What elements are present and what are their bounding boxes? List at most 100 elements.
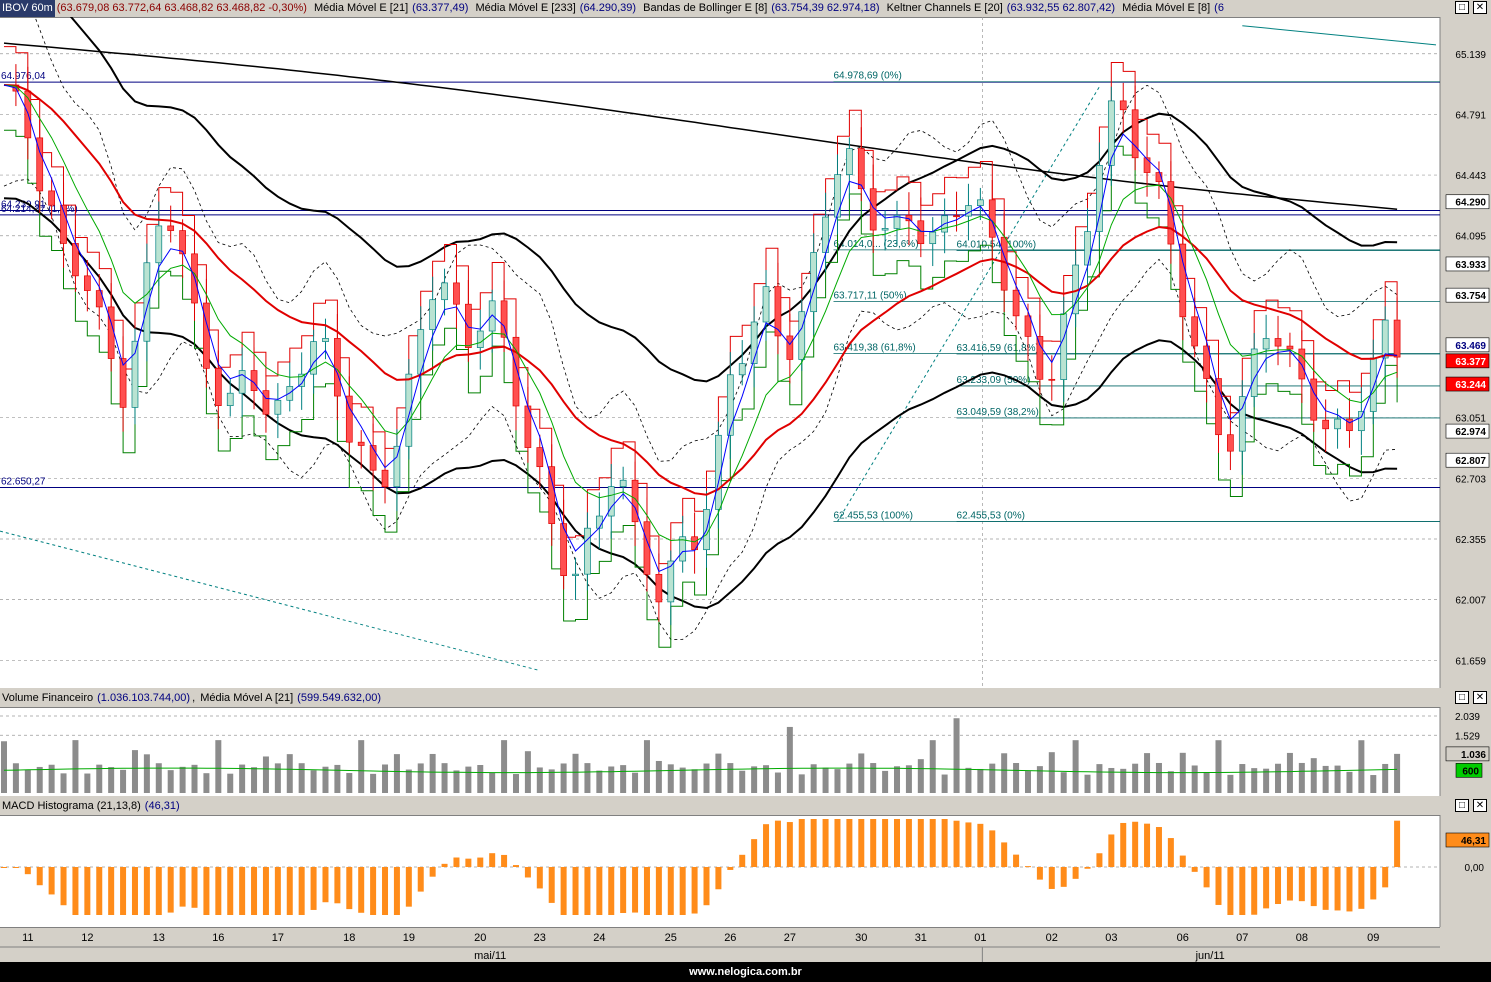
close-icon[interactable]: ✕ bbox=[1473, 1, 1487, 14]
x-day-label: 30 bbox=[855, 932, 867, 944]
volume-y-tick-label: 1.529 bbox=[1455, 731, 1480, 742]
candle-down bbox=[1310, 378, 1318, 421]
x-month-label: mai/11 bbox=[474, 950, 506, 962]
price-badge-label: 63.377 bbox=[1455, 357, 1486, 368]
candle-up bbox=[810, 252, 818, 313]
macd-bar bbox=[846, 819, 853, 867]
candle-down bbox=[179, 230, 186, 255]
macd-bar bbox=[1096, 853, 1103, 867]
macd-bar bbox=[620, 867, 627, 913]
price-y-tick-label: 64.095 bbox=[1455, 232, 1486, 243]
volume-chart[interactable]: 2.039 1.529 1.036 600 bbox=[0, 707, 1491, 796]
candle-down bbox=[83, 275, 91, 291]
price-y-tick-label: 62.355 bbox=[1455, 535, 1486, 546]
candle-up bbox=[441, 282, 448, 301]
candle-down bbox=[1048, 378, 1056, 381]
macd-bar bbox=[870, 819, 877, 867]
macd-bar bbox=[1, 867, 7, 868]
candle-down bbox=[119, 358, 127, 408]
volume-bar bbox=[108, 767, 115, 793]
volume-bar bbox=[1203, 772, 1210, 793]
macd-bar bbox=[346, 867, 353, 910]
macd-bar bbox=[929, 819, 936, 867]
close-icon[interactable]: ✕ bbox=[1473, 691, 1487, 704]
macd-bar bbox=[1382, 867, 1389, 888]
maximize-icon[interactable]: □ bbox=[1455, 1, 1469, 14]
macd-bar bbox=[1358, 867, 1365, 909]
price-y-tick-label: 64.443 bbox=[1455, 171, 1486, 182]
indicator-bollinger-name: Bandas de Bollinger E [8] bbox=[643, 2, 768, 14]
volume-badge-label: 1.036 bbox=[1461, 750, 1486, 761]
bollinger-lower-line bbox=[3, 178, 1398, 640]
macd-bar bbox=[108, 867, 115, 915]
volume-bar bbox=[501, 740, 508, 793]
candle-down bbox=[334, 338, 341, 397]
volume-bar bbox=[1358, 740, 1365, 793]
candle-up bbox=[1250, 348, 1258, 397]
macd-bar bbox=[155, 867, 162, 915]
volume-bar bbox=[72, 740, 79, 793]
candle-up bbox=[322, 338, 329, 342]
price-ohlc: (63.679,08 63.772,64 63.468,82 63.468,82… bbox=[56, 2, 307, 14]
close-icon[interactable]: ✕ bbox=[1473, 799, 1487, 812]
volume-bar bbox=[941, 774, 948, 793]
macd-bar bbox=[393, 867, 400, 915]
macd-bar bbox=[239, 867, 246, 915]
macd-bar bbox=[191, 867, 198, 908]
trendline bbox=[1242, 25, 1437, 46]
macd-bar bbox=[1346, 867, 1353, 912]
indicator-ema233-value: (64.290,39) bbox=[579, 2, 637, 14]
x-day-label: 17 bbox=[272, 932, 284, 944]
price-chart[interactable]: 65.139 64.791 64.443 64.095 63.051 62.703 62.3… bbox=[0, 17, 1491, 688]
volume-bar bbox=[905, 765, 912, 793]
volume-bar bbox=[727, 763, 734, 793]
macd-bar bbox=[96, 867, 103, 915]
x-day-label: 11 bbox=[22, 932, 33, 944]
volume-pane: Volume Financeiro (1.036.103.744,00), Méd… bbox=[0, 690, 1491, 796]
fibonacci-label: 64.014,0... (23,6%) bbox=[833, 239, 918, 250]
macd-bar bbox=[1310, 867, 1317, 907]
macd-bar bbox=[596, 867, 603, 915]
volume-bar bbox=[560, 763, 567, 793]
volume-bar bbox=[12, 763, 19, 793]
macd-bar bbox=[1108, 834, 1115, 867]
indicator-ema21-name: Média Móvel E [21] bbox=[313, 2, 409, 14]
candle-up bbox=[584, 527, 591, 575]
macd-bar bbox=[584, 867, 591, 915]
macd-bar bbox=[1155, 827, 1162, 867]
candle-down bbox=[1131, 109, 1139, 159]
price-pane-header: IBOV 60m (63.679,08 63.772,64 63.468,82 6… bbox=[0, 0, 1491, 18]
stop-line-lower bbox=[4, 129, 1398, 648]
candle-up bbox=[1262, 338, 1270, 350]
macd-chart[interactable]: 0,00 46,31 bbox=[0, 815, 1491, 927]
candle-up bbox=[965, 205, 972, 217]
volume-bar bbox=[1394, 753, 1401, 793]
macd-bar bbox=[501, 854, 508, 867]
macd-bar bbox=[1132, 821, 1139, 867]
volume-bar bbox=[655, 760, 662, 793]
volume-bar bbox=[346, 773, 353, 793]
macd-bar bbox=[453, 857, 460, 867]
macd-bar bbox=[489, 853, 496, 867]
price-badge-label: 62.974 bbox=[1455, 427, 1486, 438]
candle-down bbox=[465, 303, 472, 348]
macd-bar bbox=[120, 867, 127, 915]
volume-bar bbox=[1382, 763, 1389, 793]
macd-bar bbox=[536, 867, 543, 889]
macd-bar bbox=[858, 819, 865, 867]
volume-bar bbox=[1084, 774, 1091, 793]
footer-url[interactable]: www.nelogica.com.br bbox=[0, 962, 1491, 982]
maximize-icon[interactable]: □ bbox=[1455, 691, 1469, 704]
fibonacci-label: 64.978,69 (0%) bbox=[833, 71, 901, 82]
candle-down bbox=[857, 148, 865, 190]
volume-ma-line bbox=[3, 767, 1398, 774]
volume-bar bbox=[1167, 771, 1174, 793]
fibonacci-label: 62.455,53 (0%) bbox=[957, 510, 1025, 521]
support-resistance-label: 62.650,27 bbox=[1, 477, 46, 488]
volume-value: (1.036.103.744,00) bbox=[97, 692, 191, 704]
volume-ma-value: (599.549.632,00) bbox=[297, 692, 381, 704]
macd-pane-header: MACD Histograma (21,13,8) (46,31) □ ✕ bbox=[0, 798, 1491, 816]
macd-bar bbox=[786, 822, 793, 867]
maximize-icon[interactable]: □ bbox=[1455, 799, 1469, 812]
macd-bar bbox=[1227, 867, 1234, 915]
